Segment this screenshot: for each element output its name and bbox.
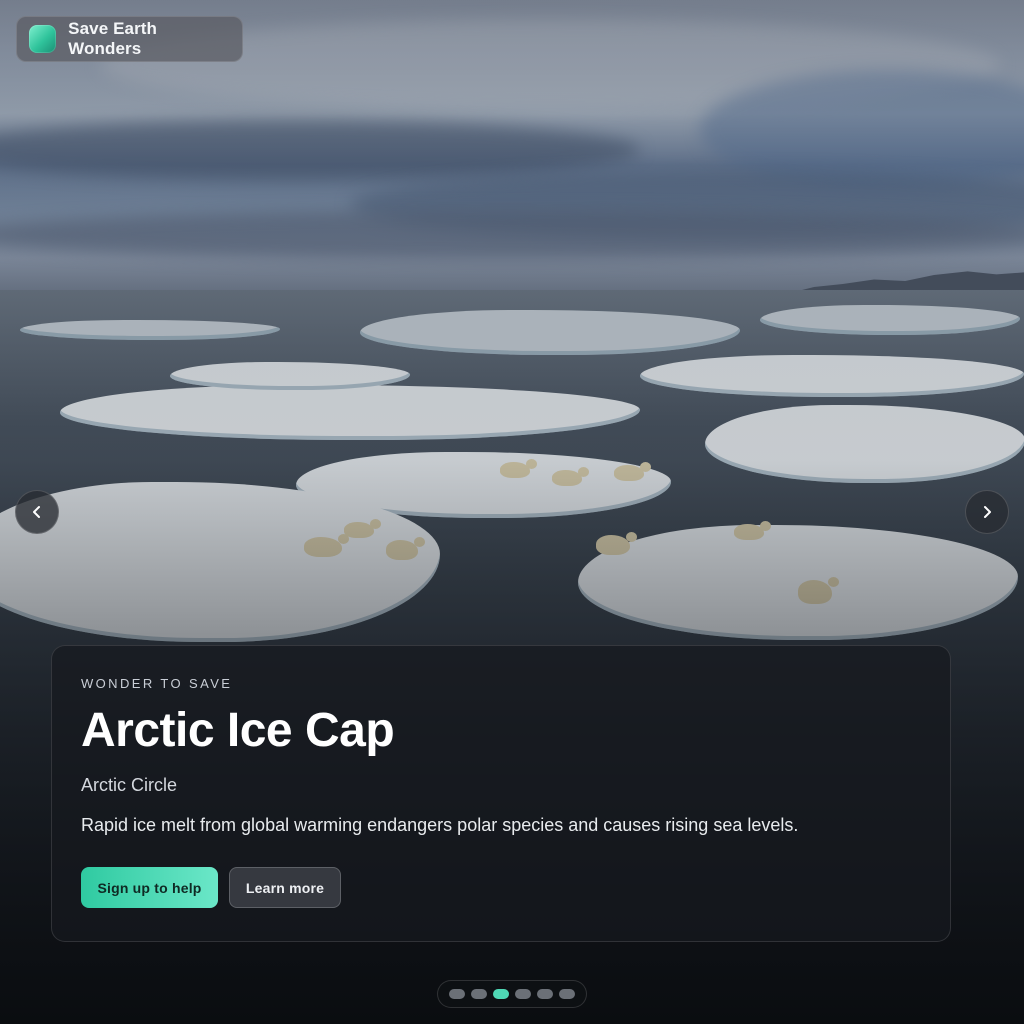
learn-more-button[interactable]: Learn more xyxy=(229,867,341,908)
eyebrow-label: WONDER TO SAVE xyxy=(81,676,233,691)
next-slide-button[interactable] xyxy=(965,490,1009,534)
wonder-info-card: WONDER TO SAVE Arctic Ice Cap Arctic Cir… xyxy=(51,645,951,942)
slide-dot-5[interactable] xyxy=(537,989,553,999)
brand-name: Save Earth Wonders xyxy=(68,19,158,58)
brand-chip[interactable]: Save Earth Wonders xyxy=(16,16,243,62)
previous-slide-button[interactable] xyxy=(15,490,59,534)
chevron-right-icon xyxy=(984,506,991,518)
wonder-location: Arctic Circle xyxy=(81,775,178,795)
slide-dot-3-active[interactable] xyxy=(493,989,509,999)
wonder-title: Arctic Ice Cap xyxy=(81,704,395,757)
chevron-left-icon xyxy=(33,506,40,518)
brand-logo-icon xyxy=(29,25,57,53)
slide-dot-6[interactable] xyxy=(559,989,575,999)
slide-dot-4[interactable] xyxy=(515,989,531,999)
card-actions: Sign up to help Learn more xyxy=(81,867,921,908)
slide-dot-1[interactable] xyxy=(449,989,465,999)
slide-pagination xyxy=(437,980,587,1008)
sign-up-button[interactable]: Sign up to help xyxy=(81,867,218,908)
slide-dot-2[interactable] xyxy=(471,989,487,999)
wonder-description: Rapid ice melt from global warming endan… xyxy=(81,815,799,835)
